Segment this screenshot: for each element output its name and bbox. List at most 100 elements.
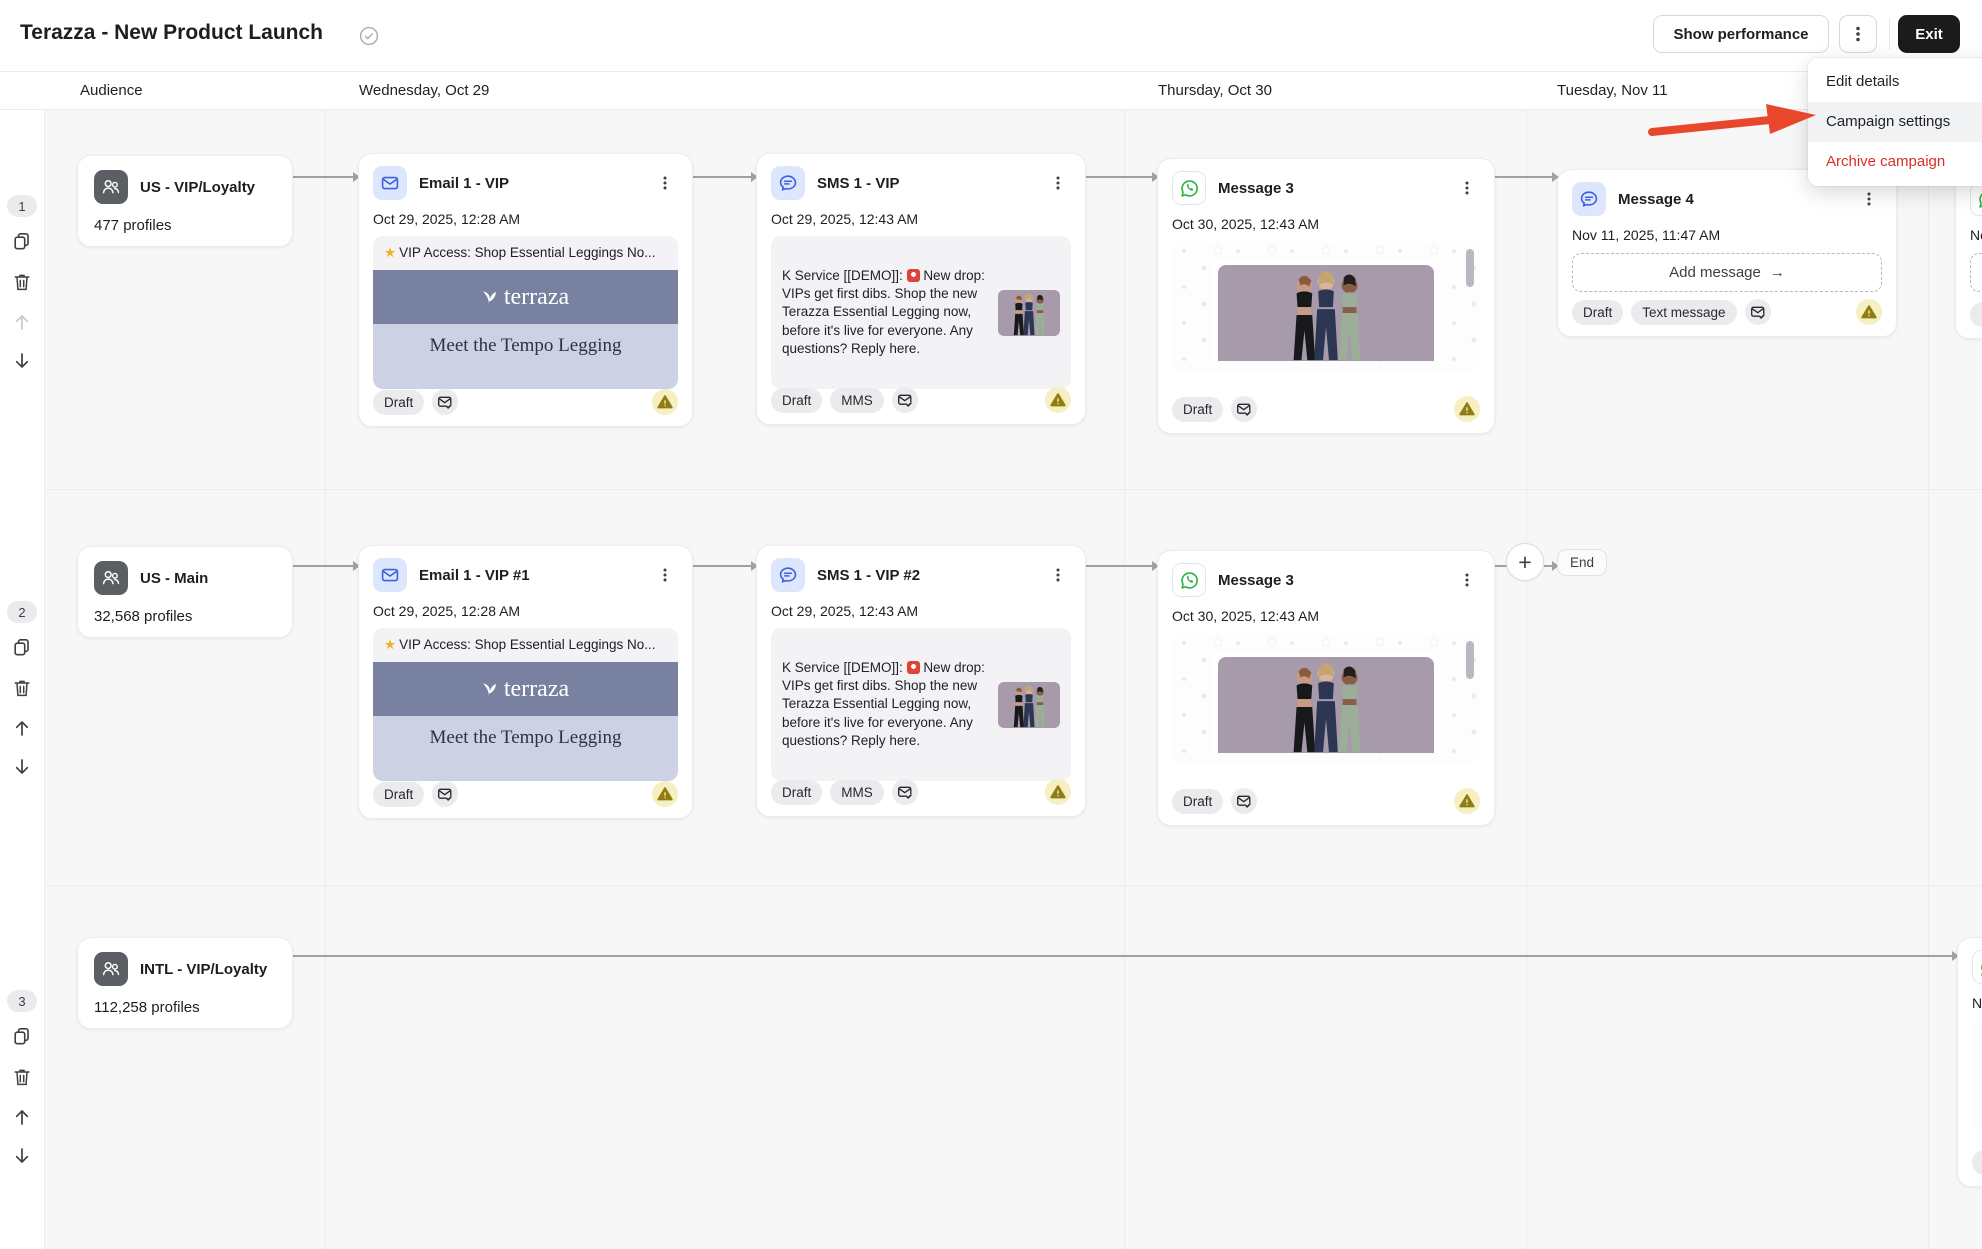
- audience-icon: [94, 952, 128, 986]
- end-node: End: [1557, 549, 1607, 576]
- police-light-emoji: [907, 269, 920, 282]
- sms-icon: [771, 166, 805, 200]
- send-datetime: Nov 11, 2025, 11:47 AM: [1558, 216, 1896, 243]
- audience-card-us-main[interactable]: US - Main 32,568 profiles: [77, 546, 293, 638]
- status-badge-draft: Draft: [373, 390, 424, 415]
- flow-connector: [1086, 565, 1157, 567]
- message-title: Email 1 - VIP #1: [419, 567, 530, 584]
- delete-row-icon[interactable]: [12, 678, 32, 698]
- audience-icon: [94, 561, 128, 595]
- move-row-down-icon[interactable]: [12, 1146, 32, 1166]
- add-step-button[interactable]: +: [1506, 543, 1544, 581]
- move-row-up-icon[interactable]: [12, 312, 32, 332]
- flow-connector: [293, 565, 358, 567]
- message-title: SMS 1 - VIP: [817, 175, 900, 192]
- flow-connector: [1495, 176, 1557, 178]
- whatsapp-icon: [1972, 950, 1982, 984]
- menu-item-edit-details[interactable]: Edit details: [1808, 62, 1982, 102]
- message-kebab-menu-button[interactable]: [652, 170, 678, 196]
- envelope-check-icon: [892, 779, 918, 805]
- status-badge-draft: Draft: [771, 388, 822, 413]
- message-title: Email 1 - VIP: [419, 175, 509, 192]
- sms-body: K Service [[DEMO]]: New drop: VIPs get f…: [782, 659, 988, 751]
- move-row-down-icon[interactable]: [12, 757, 32, 777]
- page-title: Terazza - New Product Launch: [20, 21, 323, 45]
- message-kebab-menu-button[interactable]: [1045, 562, 1071, 588]
- whatsapp-icon: [1172, 563, 1206, 597]
- delete-row-icon[interactable]: [12, 1067, 32, 1087]
- message-title: Message 4: [1618, 191, 1694, 208]
- add-message-button[interactable]: Add message→: [1572, 253, 1882, 292]
- flow-connector: [1086, 176, 1157, 178]
- delete-row-icon[interactable]: [12, 272, 32, 292]
- email-icon: [373, 558, 407, 592]
- status-badge-draft: Draft: [1172, 789, 1223, 814]
- show-performance-button[interactable]: Show performance: [1653, 15, 1829, 53]
- email-headline: Meet the Tempo Legging: [373, 716, 678, 781]
- add-message-button[interactable]: [1970, 253, 1982, 292]
- message-card-message-3[interactable]: Message 3 Oct 30, 2025, 12:43 AM Draft: [1157, 550, 1495, 826]
- campaign-kebab-menu-button[interactable]: [1839, 15, 1877, 53]
- envelope-check-icon: [432, 781, 458, 807]
- arrow-right-icon: →: [1770, 264, 1785, 281]
- warning-icon: [652, 389, 678, 415]
- message-card-message-4[interactable]: Message 4 Nov 11, 2025, 11:47 AM Add mes…: [1557, 169, 1897, 337]
- status-badge-draft: Draft: [373, 782, 424, 807]
- message-card-email-1-vip-1[interactable]: Email 1 - VIP #1 Oct 29, 2025, 12:28 AM …: [358, 545, 693, 819]
- menu-item-archive-campaign[interactable]: Archive campaign: [1808, 142, 1982, 182]
- message-kebab-menu-button[interactable]: [1856, 186, 1882, 212]
- message-card-sms-1-vip-2[interactable]: SMS 1 - VIP #2 Oct 29, 2025, 12:43 AM K …: [756, 545, 1086, 817]
- send-datetime: Oct 30, 2025, 12:43 AM: [1158, 205, 1494, 232]
- verified-check-icon: [358, 25, 380, 47]
- message-kebab-menu-button[interactable]: [652, 562, 678, 588]
- move-row-up-icon[interactable]: [12, 1107, 32, 1127]
- warning-icon: [1045, 779, 1071, 805]
- email-subject: ★VIP Access: Shop Essential Leggings No.…: [373, 245, 678, 261]
- column-header-day1: Wednesday, Oct 29: [359, 72, 489, 109]
- preview-scrollbar[interactable]: [1466, 641, 1474, 679]
- send-datetime: Oct 29, 2025, 12:43 AM: [757, 200, 1085, 227]
- audience-profile-count: 32,568 profiles: [78, 595, 292, 625]
- message-kebab-menu-button[interactable]: [1045, 170, 1071, 196]
- move-row-up-icon[interactable]: [12, 718, 32, 738]
- topbar-separator: [1889, 18, 1890, 50]
- message-kebab-menu-button[interactable]: [1454, 567, 1480, 593]
- menu-item-campaign-settings[interactable]: Campaign settings: [1808, 102, 1982, 142]
- send-datetime: No: [1958, 984, 1982, 1011]
- sms-body: K Service [[DEMO]]: New drop: VIPs get f…: [782, 267, 988, 359]
- whatsapp-preview: [1172, 633, 1480, 763]
- message-card-sms-1-vip[interactable]: SMS 1 - VIP Oct 29, 2025, 12:43 AM K Ser…: [756, 153, 1086, 425]
- row-number-badge: 1: [7, 195, 37, 217]
- audience-card-intl-vip-loyalty[interactable]: INTL - VIP/Loyalty 112,258 profiles: [77, 937, 293, 1029]
- audience-name: US - VIP/Loyalty: [140, 179, 255, 196]
- mms-image-thumbnail: [998, 290, 1060, 336]
- status-badge-draft: D: [1972, 1150, 1982, 1175]
- glowing-star-emoji: ★: [384, 637, 396, 652]
- message-card-message-3[interactable]: Message 3 Oct 30, 2025, 12:43 AM Draft: [1157, 158, 1495, 434]
- exit-button[interactable]: Exit: [1898, 15, 1960, 53]
- email-subject: ★VIP Access: Shop Essential Leggings No.…: [373, 637, 678, 653]
- move-row-down-icon[interactable]: [12, 351, 32, 371]
- column-divider: [1124, 71, 1125, 1249]
- envelope-check-icon: [1231, 788, 1257, 814]
- column-divider: [1526, 71, 1527, 1249]
- warning-icon: [1454, 788, 1480, 814]
- message-card-email-1-vip[interactable]: Email 1 - VIP Oct 29, 2025, 12:28 AM ★VI…: [358, 153, 693, 427]
- column-divider: [325, 71, 326, 1249]
- column-header-audience: Audience: [80, 72, 143, 109]
- status-badge-draft: Draft: [1572, 300, 1623, 325]
- top-bar: Terazza - New Product Launch Show perfor…: [0, 0, 1982, 71]
- audience-card-us-vip-loyalty[interactable]: US - VIP/Loyalty 477 profiles: [77, 155, 293, 247]
- duplicate-row-icon[interactable]: [12, 1026, 32, 1046]
- flow-connector: [1544, 565, 1557, 567]
- preview-scrollbar[interactable]: [1466, 249, 1474, 287]
- brand-name: terraza: [504, 284, 569, 311]
- whatsapp-icon: [1172, 171, 1206, 205]
- flow-connector: [693, 565, 756, 567]
- duplicate-row-icon[interactable]: [12, 637, 32, 657]
- duplicate-row-icon[interactable]: [12, 231, 32, 251]
- flow-connector: [293, 955, 1957, 957]
- message-card-partial[interactable]: No D: [1957, 937, 1982, 1187]
- message-kebab-menu-button[interactable]: [1454, 175, 1480, 201]
- message-card-partial[interactable]: No D: [1955, 169, 1982, 339]
